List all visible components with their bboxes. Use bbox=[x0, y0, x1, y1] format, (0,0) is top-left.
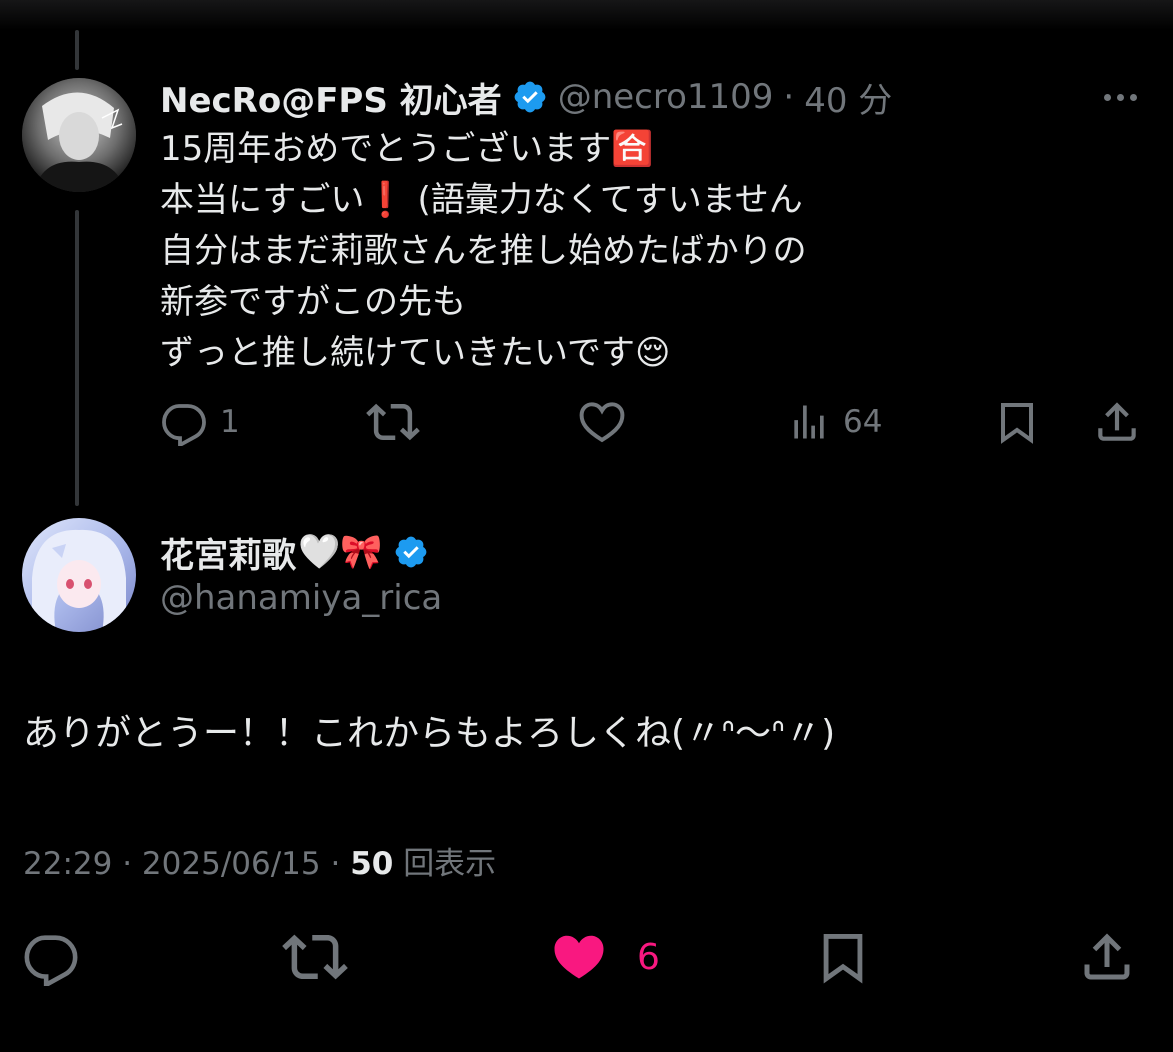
heart-icon bbox=[549, 927, 609, 987]
reply-line: 15周年おめでとうございます🈴 bbox=[160, 129, 654, 169]
share-icon bbox=[1077, 927, 1137, 987]
tweet-date[interactable]: 2025/06/15 bbox=[142, 846, 321, 882]
views-count: 64 bbox=[843, 404, 883, 440]
reply-line: ずっと推し続けていきたいです😌 bbox=[160, 333, 671, 373]
views-button[interactable]: 64 bbox=[787, 392, 882, 452]
verified-icon bbox=[393, 534, 429, 570]
tweet-time[interactable]: 22:29 bbox=[23, 846, 112, 882]
share-button[interactable] bbox=[1092, 392, 1142, 452]
main-header: 花宮莉歌 🤍🎀 bbox=[160, 527, 429, 577]
retweet-button[interactable] bbox=[282, 922, 348, 992]
bookmark-button[interactable] bbox=[993, 392, 1041, 452]
separator: · bbox=[783, 77, 795, 117]
thread-line bbox=[75, 210, 79, 506]
bookmark-icon bbox=[993, 398, 1041, 446]
main-display-name[interactable]: 花宮莉歌 bbox=[160, 528, 296, 577]
retweet-icon bbox=[366, 395, 420, 449]
reply-line: 自分はまだ莉歌さんを推し始めたばかりの bbox=[160, 231, 807, 271]
views-label: 回表示 bbox=[403, 846, 497, 882]
separator: · bbox=[122, 846, 142, 882]
like-button[interactable] bbox=[577, 392, 627, 452]
name-emojis: 🤍🎀 bbox=[298, 532, 383, 572]
bookmark-button[interactable] bbox=[814, 922, 872, 992]
reply-count: 1 bbox=[220, 404, 240, 440]
reply-time[interactable]: 40 分 bbox=[804, 73, 892, 122]
reply-button[interactable]: 1 bbox=[160, 392, 240, 452]
tweet-meta: 22:29 · 2025/06/15 · 50 回表示 bbox=[23, 838, 496, 883]
bookmark-icon bbox=[814, 928, 872, 986]
tweet-thread: NecRo@FPS 初心者 @necro1109 · 40 分 15周年おめでと… bbox=[0, 0, 1173, 1052]
like-count: 6 bbox=[637, 936, 660, 978]
views-number[interactable]: 50 bbox=[350, 846, 393, 882]
reply-handle[interactable]: @necro1109 bbox=[558, 77, 774, 117]
retweet-icon bbox=[282, 924, 348, 990]
thread-line bbox=[75, 30, 79, 70]
heart-icon bbox=[577, 397, 627, 447]
reply-action-bar: 1 64 bbox=[0, 392, 1173, 452]
reply-icon bbox=[22, 928, 80, 986]
views-icon bbox=[787, 400, 831, 444]
share-icon bbox=[1092, 397, 1142, 447]
verified-icon bbox=[512, 79, 548, 115]
avatar[interactable] bbox=[22, 78, 136, 192]
main-handle[interactable]: @hanamiya_rica bbox=[160, 578, 442, 618]
share-button[interactable] bbox=[1077, 922, 1137, 992]
reply-display-name[interactable]: NecRo@FPS 初心者 bbox=[160, 73, 502, 122]
reply-header: NecRo@FPS 初心者 @necro1109 · 40 分 bbox=[160, 73, 892, 121]
retweet-button[interactable] bbox=[366, 392, 420, 452]
reply-text: 15周年おめでとうございます🈴 本当にすごい❗️ (語彙力なくてすいません 自分… bbox=[160, 124, 1060, 379]
main-action-bar: 6 bbox=[0, 922, 1173, 992]
main-tweet-text: ありがとうー！！これからもよろしくね(〃ᐢ〜ᐢ〃) bbox=[23, 713, 836, 754]
top-fade bbox=[0, 0, 1173, 30]
reply-icon bbox=[160, 398, 208, 446]
reply-button[interactable] bbox=[22, 922, 80, 992]
more-icon[interactable] bbox=[1092, 82, 1148, 112]
avatar[interactable] bbox=[22, 518, 136, 632]
reply-line: 新参ですがこの先も bbox=[160, 282, 466, 322]
like-button[interactable]: 6 bbox=[549, 922, 660, 992]
separator: · bbox=[330, 846, 351, 882]
reply-line: 本当にすごい❗️ (語彙力なくてすいません bbox=[160, 180, 803, 220]
